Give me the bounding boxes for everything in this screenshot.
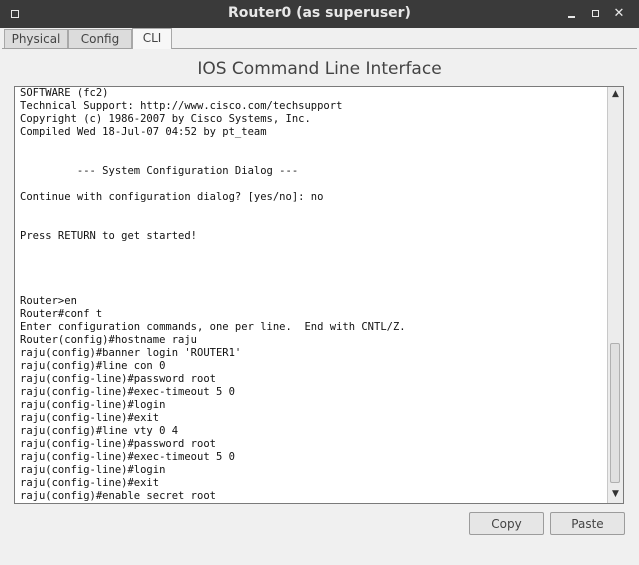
scroll-down-icon[interactable]: ▼ xyxy=(608,488,623,501)
page-title: IOS Command Line Interface xyxy=(197,59,442,79)
tab-physical[interactable]: Physical xyxy=(4,29,68,48)
cli-terminal[interactable]: SOFTWARE (fc2) Technical Support: http:/… xyxy=(14,86,624,504)
close-icon[interactable]: ✕ xyxy=(612,7,626,21)
paste-button[interactable]: Paste xyxy=(550,512,625,535)
vertical-scrollbar[interactable]: ▲ ▼ xyxy=(607,87,623,503)
terminal-output[interactable]: SOFTWARE (fc2) Technical Support: http:/… xyxy=(20,87,406,503)
title-bar: Router0 (as superuser) ✕ xyxy=(0,0,639,28)
maximize-icon[interactable] xyxy=(589,7,603,21)
tab-bar: Physical Config CLI xyxy=(2,28,637,49)
copy-button[interactable]: Copy xyxy=(469,512,544,535)
tab-cli[interactable]: CLI xyxy=(132,28,172,49)
tab-config[interactable]: Config xyxy=(68,29,132,48)
minimize-icon[interactable] xyxy=(565,7,579,21)
scroll-up-icon[interactable]: ▲ xyxy=(608,88,623,101)
scrollbar-thumb[interactable] xyxy=(610,343,620,483)
window-title: Router0 (as superuser) xyxy=(228,5,411,21)
